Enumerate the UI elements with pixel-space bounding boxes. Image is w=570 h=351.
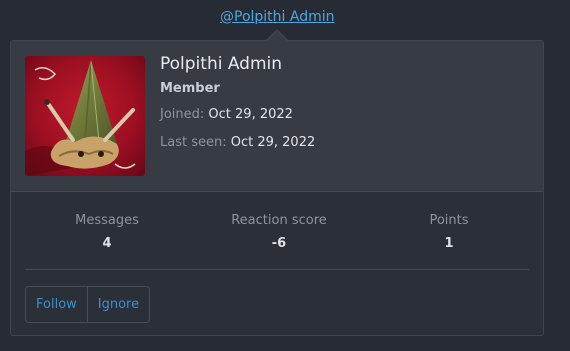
ignore-button[interactable]: Ignore <box>86 287 150 322</box>
member-tooltip-card: Polpithi Admin Member Joined: Oct 29, 20… <box>10 40 544 336</box>
stat-label: Messages <box>75 213 139 228</box>
last-seen-date: Oct 29, 2022 <box>230 135 316 150</box>
member-title: Member <box>160 81 220 96</box>
page: @Polpithi Admin Polpithi Admin Member Jo… <box>0 0 570 351</box>
stat-value: 4 <box>102 236 112 251</box>
member-card-header: Polpithi Admin Member Joined: Oct 29, 20… <box>11 41 543 192</box>
member-action-buttons: Follow Ignore <box>25 286 151 323</box>
last-seen-info: Last seen: Oct 29, 2022 <box>160 135 315 150</box>
stat-label: Points <box>429 213 469 228</box>
stat-messages: Messages 4 <box>57 213 157 251</box>
divider <box>25 269 529 270</box>
member-name[interactable]: Polpithi Admin <box>160 54 282 74</box>
stat-points: Points 1 <box>399 213 499 251</box>
joined-label: Joined: <box>160 107 205 122</box>
joined-date: Oct 29, 2022 <box>208 107 293 122</box>
member-stats: Messages 4 Reaction score -6 Points 1 <box>25 213 529 257</box>
stat-reaction-score: Reaction score -6 <box>219 213 339 251</box>
avatar[interactable] <box>25 56 145 176</box>
tooltip-arrow-fill <box>267 31 287 41</box>
stat-value: -6 <box>271 236 287 251</box>
stat-label: Reaction score <box>231 213 327 228</box>
stat-value: 1 <box>444 236 454 251</box>
joined-info: Joined: Oct 29, 2022 <box>160 107 293 122</box>
follow-button[interactable]: Follow <box>26 287 87 322</box>
last-seen-label: Last seen: <box>160 135 227 150</box>
avatar-image <box>25 56 145 176</box>
user-mention-link[interactable]: @Polpithi Admin <box>220 9 335 25</box>
